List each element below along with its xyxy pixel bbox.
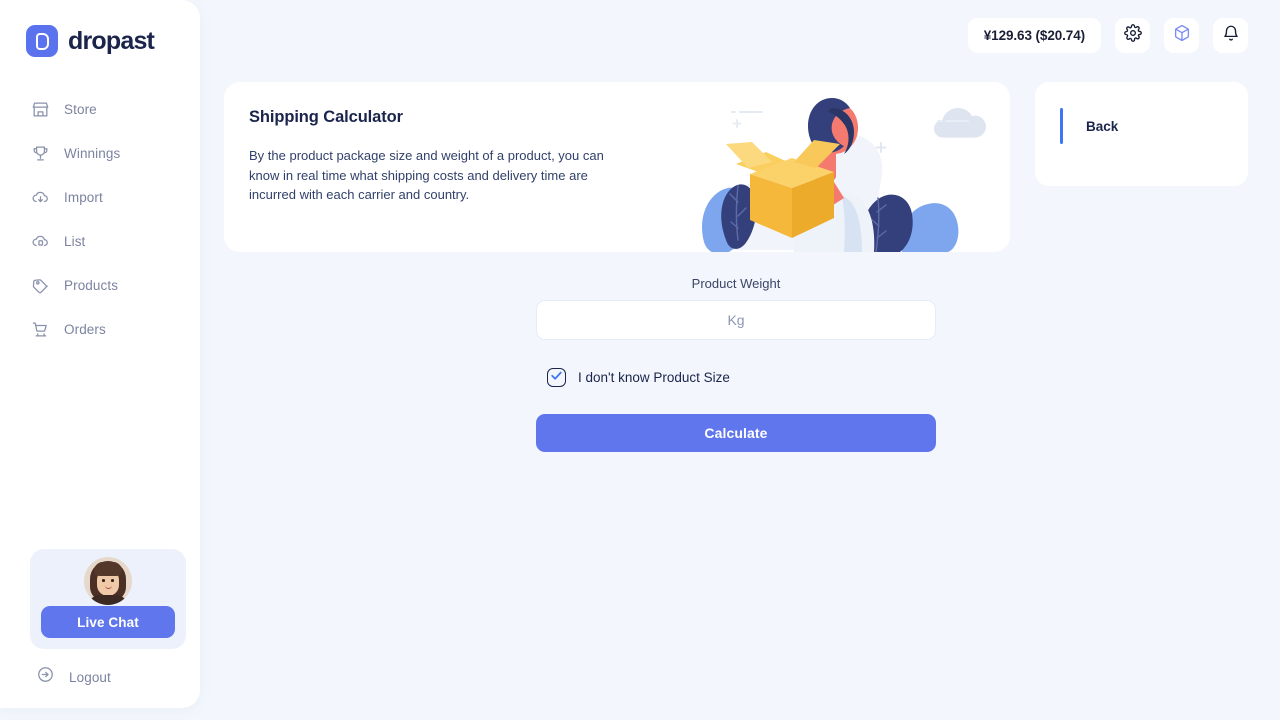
- balance-badge[interactable]: ¥129.63 ($20.74): [967, 18, 1101, 53]
- product-weight-label: Product Weight: [691, 276, 781, 291]
- top-header: ¥129.63 ($20.74): [967, 18, 1248, 53]
- sidebar-nav: Store Winnings Import List Products Orde…: [0, 87, 200, 351]
- hero-description: By the product package size and weight o…: [249, 148, 604, 202]
- back-button[interactable]: Back: [1060, 108, 1118, 144]
- tag-icon: [30, 275, 50, 295]
- sidebar-item-list[interactable]: List: [0, 219, 200, 263]
- sidebar-item-label: Import: [64, 189, 103, 205]
- back-panel: Back: [1035, 82, 1248, 186]
- sidebar-item-import[interactable]: Import: [0, 175, 200, 219]
- settings-button[interactable]: [1115, 18, 1150, 53]
- bell-icon: [1222, 24, 1240, 47]
- dropast-d-logo-icon: [26, 25, 58, 57]
- cloud-download-icon: [30, 187, 50, 207]
- calculate-button[interactable]: Calculate: [536, 414, 936, 452]
- sidebar-item-label: Store: [64, 101, 97, 117]
- sidebar-item-products[interactable]: Products: [0, 263, 200, 307]
- support-agent-avatar: [84, 557, 132, 605]
- product-weight-input[interactable]: [536, 300, 936, 340]
- shipping-calculator-form: Product Weight I don't know Product Size…: [536, 276, 936, 452]
- sidebar-item-label: Products: [64, 277, 119, 293]
- store-icon: [30, 99, 50, 119]
- sidebar-item-winnings[interactable]: Winnings: [0, 131, 200, 175]
- live-chat-button[interactable]: Live Chat: [41, 606, 175, 638]
- trophy-icon: [30, 143, 50, 163]
- person-holding-package-illustration: [690, 82, 1010, 252]
- back-accent-bar: [1060, 108, 1063, 144]
- packages-button[interactable]: [1164, 18, 1199, 53]
- sidebar-item-label: Winnings: [64, 145, 121, 161]
- sidebar-item-store[interactable]: Store: [0, 87, 200, 131]
- checkmark-icon: [550, 369, 563, 387]
- gear-icon: [1123, 24, 1142, 47]
- notifications-button[interactable]: [1213, 18, 1248, 53]
- sidebar-item-label: List: [64, 233, 86, 249]
- brand-logo[interactable]: dropast: [0, 0, 200, 57]
- cloud-list-icon: [30, 231, 50, 251]
- back-label: Back: [1086, 118, 1119, 134]
- sidebar: dropast Store Winnings Import List Produ…: [0, 0, 200, 708]
- brand-name: dropast: [68, 26, 155, 55]
- shipping-calculator-hero-card: Shipping Calculator By the product packa…: [224, 82, 1010, 252]
- unknown-product-size-label: I don't know Product Size: [578, 370, 730, 385]
- live-chat-card: Live Chat: [30, 549, 186, 649]
- sidebar-item-label: Orders: [64, 321, 106, 337]
- sidebar-item-orders[interactable]: Orders: [0, 307, 200, 351]
- unknown-product-size-checkbox[interactable]: [547, 368, 566, 387]
- shopping-cart-icon: [30, 319, 50, 339]
- logout-arrow-icon: [36, 665, 55, 689]
- logout-label: Logout: [69, 669, 111, 685]
- package-box-icon: [1173, 24, 1191, 47]
- page-title: Shipping Calculator: [249, 108, 403, 126]
- unknown-product-size-checkbox-row[interactable]: I don't know Product Size: [536, 368, 936, 387]
- logout-button[interactable]: Logout: [36, 665, 111, 689]
